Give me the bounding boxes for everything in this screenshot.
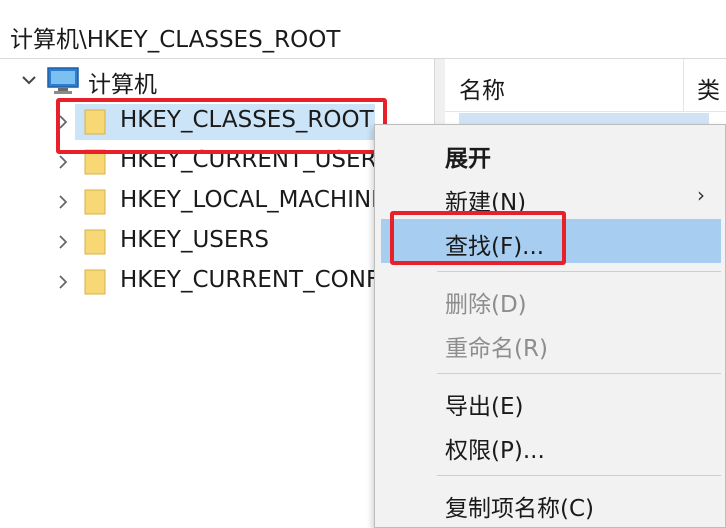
menu-item-rename: 重命名(R) <box>381 321 721 365</box>
menubar <box>0 0 726 14</box>
address-path: 计算机\HKEY_CLASSES_ROOT <box>10 27 341 53</box>
menu-item-new[interactable]: 新建(N) › <box>381 175 721 219</box>
tree-item-computer[interactable]: 计算机 <box>0 60 434 100</box>
context-menu: 展开 新建(N) › 查找(F)... 删除(D) 重命名(R) 导出(E) 权… <box>374 124 726 528</box>
menu-item-expand[interactable]: 展开 <box>381 131 721 175</box>
chevron-right-icon[interactable] <box>54 231 72 253</box>
folder-icon <box>84 268 106 296</box>
tree-item-label: HKEY_CLASSES_ROOT <box>120 107 374 133</box>
menu-item-label: 复制项名称(C) <box>445 496 595 522</box>
chevron-right-icon[interactable] <box>54 151 72 173</box>
menu-item-label: 展开 <box>445 146 491 172</box>
folder-icon <box>84 228 106 256</box>
menu-item-permissions[interactable]: 权限(P)... <box>381 423 721 467</box>
tree-item-label: HKEY_USERS <box>120 227 270 253</box>
menu-item-label: 权限(P)... <box>445 438 545 464</box>
tree-item-hkey-classes-root[interactable]: HKEY_CLASSES_ROOT <box>0 102 434 142</box>
menu-item-label: 查找(F)... <box>445 234 545 260</box>
menu-separator <box>437 373 721 374</box>
computer-icon <box>46 67 80 95</box>
folder-icon <box>84 148 106 176</box>
tree-item-label: 计算机 <box>88 72 157 98</box>
tree-item-label: HKEY_CURRENT_CONFIG <box>120 267 404 293</box>
tree-item-label: HKEY_LOCAL_MACHINE <box>120 187 386 213</box>
menu-item-label: 新建(N) <box>445 190 527 216</box>
menu-item-label: 导出(E) <box>445 394 524 420</box>
column-divider[interactable] <box>683 59 684 111</box>
chevron-right-icon: › <box>697 183 705 207</box>
chevron-down-icon[interactable] <box>20 69 38 91</box>
chevron-right-icon[interactable] <box>54 271 72 293</box>
menu-item-label: 重命名(R) <box>445 336 548 362</box>
menu-item-copy-key-name[interactable]: 复制项名称(C) <box>381 481 721 525</box>
column-header-type[interactable]: 类 <box>697 71 720 105</box>
address-bar[interactable]: 计算机\HKEY_CLASSES_ROOT <box>0 14 726 59</box>
menu-separator <box>437 271 721 272</box>
folder-icon <box>84 108 106 136</box>
tree-item-hkey-users[interactable]: HKEY_USERS <box>0 222 434 262</box>
menu-item-export[interactable]: 导出(E) <box>381 379 721 423</box>
chevron-right-icon[interactable] <box>54 111 72 133</box>
chevron-right-icon[interactable] <box>54 191 72 213</box>
menu-item-delete: 删除(D) <box>381 277 721 321</box>
tree-item-hkey-current-user[interactable]: HKEY_CURRENT_USER <box>0 142 434 182</box>
folder-icon <box>84 188 106 216</box>
menu-item-label: 删除(D) <box>445 292 527 318</box>
column-header: 名称 类 <box>445 59 726 112</box>
menu-separator <box>437 475 721 476</box>
menu-item-find[interactable]: 查找(F)... <box>381 219 721 263</box>
tree-item-label: HKEY_CURRENT_USER <box>120 147 377 173</box>
tree-item-hkey-local-machine[interactable]: HKEY_LOCAL_MACHINE <box>0 182 434 222</box>
column-header-name[interactable]: 名称 <box>459 71 505 105</box>
tree-item-hkey-current-config[interactable]: HKEY_CURRENT_CONFIG <box>0 262 434 302</box>
